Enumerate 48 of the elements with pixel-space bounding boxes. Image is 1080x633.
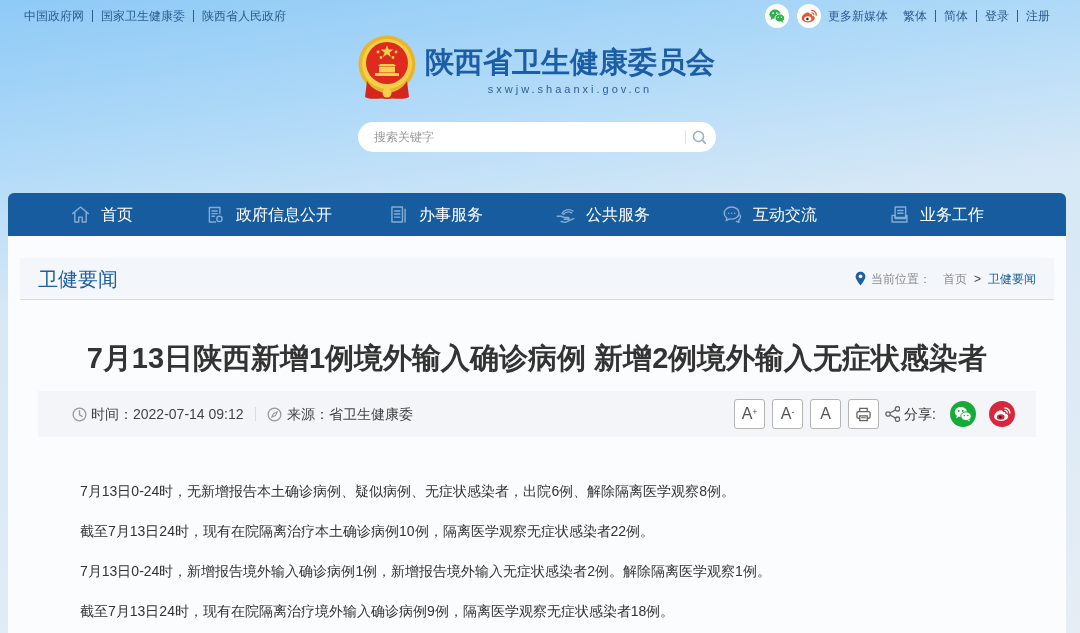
nav-item[interactable]: 首页 <box>70 202 133 227</box>
site-domain: sxwjw.shaanxi.gov.cn <box>487 82 653 96</box>
article-paragraph: 截至7月13日24时，现有在院隔离治疗境外输入确诊病例9例，隔离医学观察无症状感染者18例。 <box>80 602 675 621</box>
font-default-button[interactable]: A <box>810 399 842 429</box>
font-decrease-button[interactable]: A$^{-}$ <box>772 399 804 429</box>
wechat-icon[interactable] <box>765 4 789 28</box>
printer-icon <box>855 406 873 422</box>
weibo-icon[interactable] <box>797 4 821 28</box>
document-tray-icon <box>889 204 910 225</box>
top-link[interactable]: 陕西省人民政府 <box>202 7 286 25</box>
document-lines-icon <box>388 204 409 225</box>
account-link[interactable]: 登录 <box>985 7 1009 25</box>
font-increase-button[interactable]: A$^{+}$ <box>734 399 766 429</box>
breadcrumb-separator: > <box>974 270 981 288</box>
print-button[interactable] <box>848 399 880 429</box>
publish-time: 时间：2022-07-14 09:12 <box>91 404 244 424</box>
breadcrumb-current[interactable]: 卫健要闻 <box>988 269 1036 288</box>
clock-icon <box>72 406 87 422</box>
home-icon <box>70 204 91 225</box>
account-link[interactable]: 简体 <box>944 7 968 25</box>
account-link[interactable]: 注册 <box>1026 7 1050 25</box>
share-icon[interactable] <box>885 406 901 422</box>
location-pin-icon <box>855 271 866 286</box>
article-paragraph: 截至7月13日24时，现有在院隔离治疗本土确诊病例10例，隔离医学观察无症状感染者22例。 <box>80 522 655 541</box>
article-title: 7月13日陕西新增1例境外输入确诊病例 新增2例境外输入无症状感染者 <box>86 341 988 376</box>
top-link[interactable]: 中国政府网 <box>24 7 84 25</box>
more-media-link[interactable]: 更多新媒体 <box>828 7 888 25</box>
section-title: 卫健要闻 <box>38 266 118 292</box>
compass-icon <box>266 406 282 422</box>
article-paragraph: 7月13日0-24时，无新增报告本土确诊病例、疑似病例、无症状感染者，出院6例、解除隔离医学观察8例。 <box>80 482 735 501</box>
top-link[interactable]: 国家卫生健康委 <box>101 7 185 25</box>
article-source: 来源：省卫生健康委 <box>286 404 413 424</box>
nav-item[interactable]: 互动交流 <box>722 202 817 227</box>
breadcrumb-link[interactable]: 首页 <box>943 269 967 288</box>
chat-icon <box>722 204 743 225</box>
account-link[interactable]: 繁体 <box>903 7 927 25</box>
share-label: 分享: <box>904 404 936 424</box>
search-field[interactable]: 搜索关键字 <box>358 122 716 152</box>
nav-item[interactable]: 业务工作 <box>889 202 984 227</box>
nav-item[interactable]: 办事服务 <box>388 202 483 227</box>
nav-item[interactable]: 公共服务 <box>555 202 650 227</box>
article-paragraph: 7月13日0-24时，新增报告境外输入确诊病例1例，新增报告境外输入无症状感染者2例。解除隔离医学观察1例。 <box>80 562 771 581</box>
search-icon[interactable] <box>692 130 706 144</box>
nav-item[interactable]: 政府信息公开 <box>205 202 332 227</box>
site-title: 陕西省卫生健康委员会 <box>425 45 715 79</box>
breadcrumb-label: 当前位置： <box>871 270 931 288</box>
weibo-icon[interactable] <box>989 401 1015 427</box>
wechat-icon[interactable] <box>950 401 976 427</box>
